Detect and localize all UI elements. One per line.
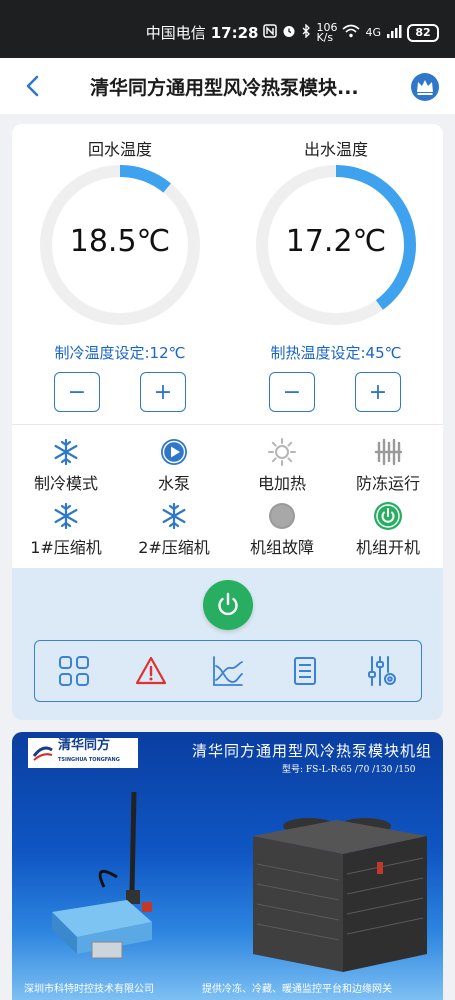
battery-indicator: 82: [407, 23, 439, 42]
power-on-icon: [338, 500, 438, 532]
heating-setpoint-decrease-button[interactable]: −: [269, 372, 315, 412]
carrier-name: 中国电信: [145, 24, 206, 42]
outlet-water-title: 出水温度: [303, 140, 368, 159]
snowflake-icon: [16, 436, 116, 468]
status-unit-fault-label: 机组故障: [249, 538, 314, 557]
status-electric-heating: 电加热: [232, 436, 332, 494]
alarm-clock-icon: [282, 24, 296, 42]
control-panel: [12, 568, 443, 720]
function-toolbar: [34, 640, 422, 702]
nfc-icon: [263, 23, 278, 42]
return-water-title: 回水温度: [87, 140, 152, 159]
outlet-water-value: 17.2℃: [285, 224, 387, 259]
power-toggle-button[interactable]: [203, 580, 253, 630]
status-antifreeze: 防冻运行: [338, 436, 438, 494]
snowflake-icon: [16, 500, 116, 532]
cooling-setpoint-label: 制冷温度设定:12℃: [54, 344, 186, 362]
status-electric-heating-label: 电加热: [257, 474, 306, 493]
control-card: 回水温度 18.5℃ 制冷温度设定:12℃ − + 出水温度 17.2℃ 制热温…: [12, 124, 443, 720]
parameter-settings-button[interactable]: [357, 649, 407, 693]
status-unit-on-label: 机组开机: [355, 538, 420, 557]
status-unit-fault: 机组故障: [232, 500, 332, 558]
page-title: 清华同方通用型风冷热泵模块...: [90, 77, 359, 99]
snowflake-icon: [124, 500, 224, 532]
cooling-setpoint-decrease-button[interactable]: −: [54, 372, 100, 412]
status-unit-on: 机组开机: [338, 500, 438, 558]
banner-slogan: 提供冷冻、冷藏、暖通监控平台和边缘网关: [202, 984, 392, 995]
heating-setpoint-label: 制热温度设定:45℃: [270, 344, 402, 362]
status-compressor-2-label: 2#压缩机: [138, 538, 210, 557]
status-water-pump: 水泵: [124, 436, 224, 494]
history-curve-button[interactable]: [203, 649, 253, 693]
records-list-button[interactable]: [280, 649, 330, 693]
company-logo: 清华同方 TSINGHUA TONGFANG: [28, 738, 138, 768]
curve-chart-icon: [213, 656, 243, 686]
cooling-setpoint-increase-button[interactable]: +: [140, 372, 186, 412]
chevron-left-icon: [26, 75, 39, 97]
status-cooling-mode: 制冷模式: [16, 436, 116, 494]
pump-play-icon: [124, 436, 224, 468]
product-banner[interactable]: 清华同方 TSINGHUA TONGFANG 清华同方通用型风冷热泵模块机组 型…: [12, 732, 443, 1000]
banner-model: 型号: FS-L-R-65 /70 /130 /150: [282, 765, 416, 775]
alarm-warning-icon: [135, 656, 166, 685]
grid-icon: [58, 656, 89, 686]
antifreeze-icon: [338, 436, 438, 468]
wifi-icon: [342, 24, 360, 42]
crown-icon: [411, 73, 439, 101]
app-header: 清华同方通用型风冷热泵模块...: [0, 58, 455, 114]
return-water-value: 18.5℃: [69, 224, 171, 259]
vip-crown-button[interactable]: [410, 72, 440, 106]
status-time: 17:28: [210, 23, 259, 42]
signal-icon: [386, 24, 402, 42]
status-cooling-mode-label: 制冷模式: [33, 474, 98, 493]
logo-mark-icon: [32, 746, 53, 761]
heating-setpoint-increase-button[interactable]: +: [355, 372, 401, 412]
sliders-settings-icon: [368, 656, 397, 686]
status-compressor-1-label: 1#压缩机: [30, 538, 102, 557]
logo-sub: TSINGHUA TONGFANG: [58, 757, 120, 763]
alarm-button[interactable]: [126, 649, 176, 693]
fault-indicator-icon: [232, 500, 332, 532]
bluetooth-icon: [301, 22, 311, 42]
status-right-group: 中国电信 17:28 106 K/s 4G 82: [146, 22, 439, 43]
back-button[interactable]: [20, 72, 48, 100]
status-compressor-2: 2#压缩机: [124, 500, 224, 558]
iot-gateway-image: [52, 791, 152, 959]
system-status-bar: 中国电信 17:28 106 K/s 4G 82: [0, 0, 455, 58]
logo-name: 清华同方: [58, 738, 111, 753]
sun-heater-icon: [232, 436, 332, 468]
banner-company: 深圳市科特时控技术有限公司: [24, 984, 154, 995]
net-speed: 106 K/s: [316, 22, 337, 44]
heat-pump-unit-image: [253, 818, 427, 972]
list-document-icon: [294, 657, 317, 685]
network-type: 4G: [365, 25, 381, 39]
status-compressor-1: 1#压缩机: [16, 500, 116, 558]
power-icon: [218, 592, 238, 616]
status-water-pump-label: 水泵: [157, 474, 190, 493]
net-speed-unit: K/s: [316, 30, 334, 44]
divider: [12, 424, 443, 425]
banner-title: 清华同方通用型风冷热泵模块机组: [192, 742, 433, 760]
grid-menu-button[interactable]: [49, 649, 99, 693]
status-antifreeze-label: 防冻运行: [355, 474, 420, 493]
